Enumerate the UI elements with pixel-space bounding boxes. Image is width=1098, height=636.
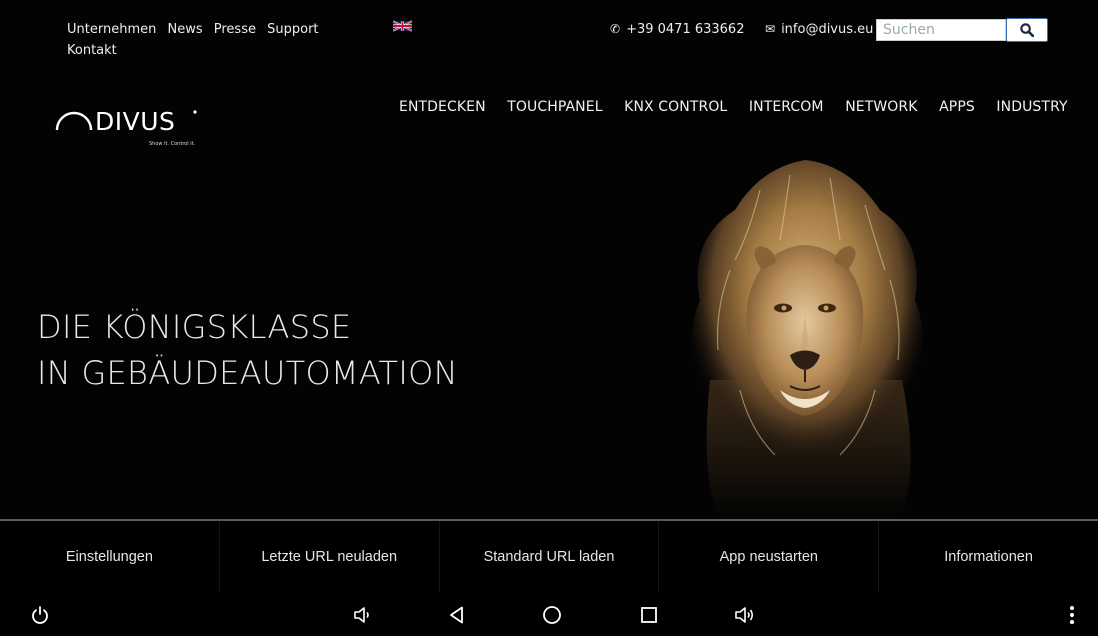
link-presse[interactable]: Presse bbox=[214, 22, 256, 37]
hero-headline: DIE KÖNIGSKLASSE IN GEBÄUDEAUTOMATION bbox=[37, 304, 458, 396]
menu-informationen[interactable]: Informationen bbox=[879, 521, 1098, 593]
link-news[interactable]: News bbox=[167, 22, 202, 37]
menu-load-default-url[interactable]: Standard URL laden bbox=[440, 521, 660, 593]
kiosk-menu-bar: Einstellungen Letzte URL neuladen Standa… bbox=[0, 521, 1098, 593]
nav-entdecken[interactable]: ENTDECKEN bbox=[399, 99, 486, 115]
contact-email[interactable]: ✉ info@divus.eu bbox=[765, 22, 873, 37]
link-support[interactable]: Support bbox=[267, 22, 318, 37]
nav-knx-control[interactable]: KNX CONTROL bbox=[624, 99, 727, 115]
envelope-icon: ✉ bbox=[765, 22, 776, 36]
recents-icon[interactable] bbox=[636, 602, 662, 628]
power-icon[interactable] bbox=[27, 602, 53, 628]
menu-reload-last-url[interactable]: Letzte URL neuladen bbox=[220, 521, 440, 593]
back-icon[interactable] bbox=[444, 602, 470, 628]
search-button[interactable] bbox=[1006, 18, 1048, 42]
nav-touchpanel[interactable]: TOUCHPANEL bbox=[507, 99, 602, 115]
volume-up-icon[interactable] bbox=[731, 602, 757, 628]
search-icon bbox=[1020, 23, 1034, 37]
contact-phone[interactable]: ✆ +39 0471 633662 bbox=[610, 22, 744, 37]
phone-icon: ✆ bbox=[610, 22, 621, 36]
main-navigation: ENTDECKEN TOUCHPANEL KNX CONTROL INTERCO… bbox=[399, 99, 1068, 115]
nav-network[interactable]: NETWORK bbox=[845, 99, 917, 115]
overflow-menu-icon[interactable] bbox=[1059, 602, 1085, 628]
link-kontakt[interactable]: Kontakt bbox=[67, 43, 117, 58]
webview: Unternehmen News Presse Support Kontakt … bbox=[0, 0, 1098, 520]
divus-logo[interactable]: DIVUS Show it. Control it. bbox=[53, 90, 203, 148]
menu-restart-app[interactable]: App neustarten bbox=[659, 521, 880, 593]
link-unternehmen[interactable]: Unternehmen bbox=[67, 22, 156, 37]
phone-number: +39 0471 633662 bbox=[626, 22, 745, 37]
nav-intercom[interactable]: INTERCOM bbox=[749, 99, 824, 115]
nav-industry[interactable]: INDUSTRY bbox=[996, 99, 1067, 115]
hero-line-1: DIE KÖNIGSKLASSE bbox=[37, 308, 352, 346]
nav-apps[interactable]: APPS bbox=[939, 99, 975, 115]
home-icon[interactable] bbox=[539, 602, 565, 628]
hero-line-2: IN GEBÄUDEAUTOMATION bbox=[37, 354, 458, 392]
search-input[interactable] bbox=[876, 19, 1006, 41]
menu-einstellungen[interactable]: Einstellungen bbox=[0, 521, 220, 593]
logo-tagline-text: Show it. Control it. bbox=[149, 141, 196, 147]
system-navigation-bar bbox=[0, 593, 1098, 636]
volume-down-icon[interactable] bbox=[349, 602, 375, 628]
email-address: info@divus.eu bbox=[781, 22, 874, 37]
lion-image bbox=[691, 160, 923, 520]
logo-brand-text: DIVUS bbox=[95, 107, 175, 136]
uk-flag-icon[interactable] bbox=[393, 20, 412, 32]
utility-links: Unternehmen News Presse Support Kontakt bbox=[67, 19, 367, 61]
